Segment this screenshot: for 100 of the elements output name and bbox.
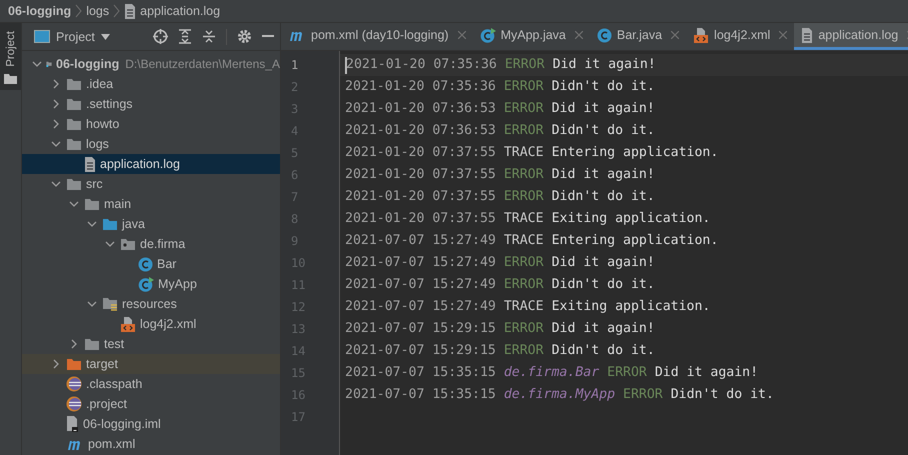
log-timestamp: 2021-07-07 15:27:49 [345,232,496,250]
log-timestamp: 2021-01-20 07:37:55 [345,210,496,228]
tree-item[interactable]: main [22,194,280,214]
tree-item[interactable]: Bar [22,254,280,274]
editor-tab[interactable]: MyApp.java [472,23,590,50]
log-timestamp: 2021-07-07 15:27:49 [345,254,496,272]
eclipse-file-icon [66,376,82,392]
chevron-right-icon[interactable] [69,339,79,349]
log-message: Entering application. [552,144,718,162]
log-message: Entering application. [552,232,718,250]
expand-all-icon[interactable] [178,29,192,44]
tree-item[interactable]: pom.xml [22,434,280,454]
log-level: ERROR [504,78,544,96]
folder-icon [84,337,100,351]
breadcrumb-item[interactable]: application.log [124,4,220,18]
folder-icon [66,137,82,151]
log-timestamp: 2021-01-20 07:37:55 [345,166,496,184]
breadcrumb-item[interactable]: logs [86,4,110,18]
log-message: Exiting application. [552,210,710,228]
tree-item[interactable]: 06-logging D:\Benutzerdaten\Mertens_A [22,54,280,74]
chevron-down-icon[interactable] [87,219,97,229]
editor-tab[interactable]: application.log [794,23,908,50]
log-message: Exiting application. [552,298,710,316]
line-number: 1 [290,57,300,74]
tree-item[interactable]: src [22,174,280,194]
breadcrumb-separator-icon [113,4,120,18]
log-message: Didn't do it. [552,342,655,360]
tree-item[interactable]: de.firma [22,234,280,254]
chevron-down-icon[interactable] [51,179,61,189]
chevron-down-icon[interactable] [105,239,115,249]
log-message: Did it again! [552,320,655,338]
chevron-down-icon[interactable] [69,199,79,209]
chevron-down-icon[interactable] [32,59,42,69]
editor-tab[interactable]: log4j2.xml [686,23,794,50]
chevron-down-icon[interactable] [87,299,97,309]
editor-tab[interactable]: Bar.java [590,23,686,50]
resources-folder-icon [102,296,118,312]
breadcrumb-item[interactable]: 06-logging [8,4,72,18]
log-message: Didn't do it. [670,386,774,404]
tree-item[interactable]: 06-logging.iml [22,414,280,434]
log-timestamp: 2021-07-07 15:29:15 [345,342,496,360]
log-level: ERROR [504,276,544,294]
log-level: TRACE [504,232,544,250]
log-level: ERROR [504,166,544,184]
tree-item[interactable]: logs [22,134,280,154]
chevron-right-icon[interactable] [51,359,61,369]
minimize-icon[interactable] [262,35,274,38]
tree-item[interactable]: .settings [22,94,280,114]
folder-icon [4,72,17,84]
runnable-class-icon [480,28,496,42]
project-tool-button[interactable]: Project [0,23,21,90]
tree-item[interactable]: .project [22,394,280,414]
folder-icon [66,117,82,131]
collapse-all-icon[interactable] [202,29,216,44]
log-timestamp: 2021-01-20 07:37:55 [345,188,496,206]
log-level: ERROR [504,254,544,272]
tree-item[interactable]: target [22,354,280,374]
tree-item[interactable]: application.log [22,154,280,174]
log-timestamp: 2021-07-07 15:29:15 [345,320,496,338]
settings-icon[interactable] [237,29,252,44]
folder-icon [84,197,100,211]
chevron-right-icon[interactable] [51,119,61,129]
window-icon [34,30,50,43]
close-icon[interactable] [779,31,788,39]
eclipse-file-icon [66,396,82,412]
close-icon[interactable] [574,31,583,39]
log-message: Did it again! [552,56,656,74]
source-folder-icon [102,217,118,231]
close-icon[interactable] [458,31,466,39]
xml-file-icon [693,28,710,42]
log-message: Did it again! [552,166,655,184]
log-level: ERROR [504,342,544,360]
text-cursor [345,56,347,74]
logger-name: de.firma.MyApp [504,386,616,404]
locate-icon[interactable] [153,29,168,44]
tree-item[interactable]: log4j2.xml [22,314,280,334]
log-level: ERROR [504,320,544,338]
project-view-dropdown[interactable]: Project [34,30,110,44]
log-message: Did it again! [552,254,655,272]
tree-item[interactable]: .idea [22,74,280,94]
log-timestamp: 2021-07-07 15:27:49 [345,276,496,294]
tree-item[interactable]: howto [22,114,280,134]
tree-item[interactable]: MyApp [22,274,280,294]
log-level: ERROR [607,364,647,382]
file-icon [801,28,814,42]
package-icon [120,237,136,251]
tree-item[interactable]: resources [22,294,280,314]
editor-tab[interactable]: pom.xml (day10-logging) [281,23,473,50]
log-message: Didn't do it. [552,78,655,96]
tree-item[interactable]: .classpath [22,374,280,394]
log-message: Did it again! [552,100,655,118]
xml-file-icon [120,316,136,332]
log-level: TRACE [504,210,544,228]
close-icon[interactable] [671,31,680,39]
chevron-right-icon[interactable] [51,79,61,89]
chevron-down-icon[interactable] [51,139,61,149]
breadcrumb-separator-icon [75,4,82,18]
tree-item[interactable]: java [22,214,280,234]
chevron-right-icon[interactable] [51,99,61,109]
tree-item[interactable]: test [22,334,280,354]
